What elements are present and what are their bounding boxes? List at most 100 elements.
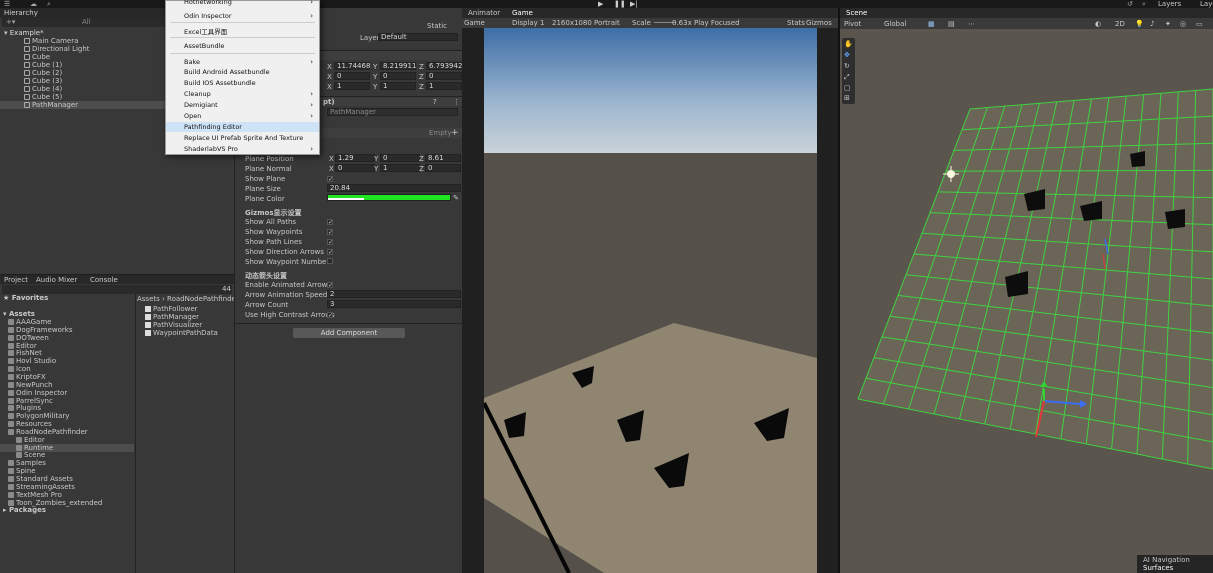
project-folder[interactable]: DOTween — [0, 334, 134, 342]
plane-size-field[interactable]: 20.84 — [327, 184, 461, 192]
step-icon[interactable]: ▶| — [630, 0, 638, 8]
project-folder[interactable]: Odin Inspector — [0, 389, 134, 397]
pivot-dropdown[interactable]: Pivot — [844, 20, 861, 28]
shading-mode-dropdown[interactable]: ◐ — [1095, 20, 1101, 28]
project-folder[interactable]: KriptoFX — [0, 373, 134, 381]
tab-audio-mixer[interactable]: Audio Mixer — [36, 276, 77, 284]
project-folder[interactable]: FishNet — [0, 349, 134, 357]
menu-item[interactable]: Hotnetworking › — [166, 0, 319, 7]
high-contrast-checkbox[interactable]: ✓ — [327, 312, 333, 319]
history-icon[interactable]: ↺ — [1127, 0, 1133, 8]
project-folder[interactable]: DogFrameworks — [0, 326, 134, 334]
arrow-speed-field[interactable]: 2 — [327, 290, 461, 298]
more-icon[interactable]: ⋮ — [453, 98, 460, 106]
pause-icon[interactable]: ❚❚ — [614, 0, 626, 8]
pos-z-field[interactable]: 6.793942 — [426, 62, 462, 70]
scene-render[interactable] — [840, 29, 1213, 573]
project-folder[interactable]: Standard Assets — [0, 475, 134, 483]
account-icon[interactable]: ☰ — [4, 0, 10, 8]
grid-snap-icon[interactable]: ▦ — [928, 20, 935, 28]
snap-increment-icon[interactable]: ▤ — [948, 20, 955, 28]
project-folder[interactable]: Resources — [0, 420, 134, 428]
script-file[interactable]: WaypointPathData — [145, 329, 218, 337]
menu-item[interactable]: Odin Inspector › — [166, 11, 319, 21]
tab-scene[interactable]: Scene — [846, 9, 867, 17]
menu-item[interactable]: Cleanup › — [166, 89, 319, 99]
project-folder[interactable]: PolygonMilitary — [0, 412, 134, 420]
scale-x-field[interactable]: 1 — [334, 82, 370, 90]
project-folder[interactable]: Icon — [0, 365, 134, 373]
project-folder[interactable]: ParrelSync — [0, 397, 134, 405]
plane-color-swatch[interactable] — [327, 194, 451, 201]
project-folder[interactable]: Plugins — [0, 404, 134, 412]
eyedropper-icon[interactable]: ✎ — [453, 194, 459, 202]
rot-y-field[interactable]: 0 — [380, 72, 416, 80]
project-folder[interactable]: Runtime — [0, 443, 134, 452]
breadcrumb-assets[interactable]: Assets — [137, 295, 160, 303]
script-file[interactable]: PathManager — [145, 313, 199, 321]
plane-pos-y[interactable]: 0 — [380, 154, 420, 162]
layout-dropdown[interactable]: Layo — [1200, 0, 1213, 8]
project-folder[interactable]: Editor — [0, 436, 134, 444]
scale-z-field[interactable]: 1 — [426, 82, 462, 90]
play-focused-dropdown[interactable]: Play Focused — [694, 19, 740, 27]
project-folder[interactable]: Hovl Studio — [0, 357, 134, 365]
gizmo-option-checkbox[interactable]: ✓ — [327, 229, 333, 236]
lighting-toggle-icon[interactable]: 💡 — [1135, 20, 1144, 28]
script-file[interactable]: PathVisualizer — [145, 321, 202, 329]
project-folder[interactable]: Editor — [0, 342, 134, 350]
menu-item[interactable]: Bake › — [166, 57, 319, 67]
pos-x-field[interactable]: 11.74468 — [334, 62, 370, 70]
plane-pos-x[interactable]: 1.29 — [335, 154, 375, 162]
tab-console[interactable]: Console — [90, 276, 118, 284]
project-folder[interactable]: Spine — [0, 467, 134, 475]
game-mode-dropdown[interactable]: Game — [464, 19, 485, 27]
gizmo-option-checkbox[interactable] — [327, 258, 333, 264]
gizmos-dropdown[interactable]: Gizmos — [806, 19, 832, 27]
project-folder[interactable]: Samples — [0, 459, 134, 467]
stats-button[interactable]: Stats — [787, 19, 805, 27]
gizmo-option-checkbox[interactable]: ✓ — [327, 239, 333, 246]
menu-item[interactable]: Open › — [166, 111, 319, 121]
enable-arrows-checkbox[interactable]: ✓ — [327, 282, 333, 289]
menu-item[interactable]: Build IOS Assetbundle — [166, 78, 319, 88]
menu-item[interactable]: Pathfinding Editor — [166, 122, 319, 132]
menu-item[interactable]: Excel工具界面 — [166, 27, 319, 37]
rot-x-field[interactable]: 0 — [334, 72, 370, 80]
global-dropdown[interactable]: Global — [884, 20, 906, 28]
script-field[interactable]: PathManager — [327, 108, 458, 116]
breadcrumb-roadnode[interactable]: RoadNodePathfinder — [167, 295, 234, 303]
gizmo-option-checkbox[interactable]: ✓ — [327, 219, 333, 226]
project-folder[interactable]: TextMesh Pro — [0, 491, 134, 499]
show-plane-checkbox[interactable]: ✓ — [327, 176, 333, 183]
hidden-objects-icon[interactable]: ◎ — [1180, 20, 1186, 28]
pos-y-field[interactable]: 8.219911 — [380, 62, 416, 70]
layer-dropdown[interactable]: Default — [378, 33, 458, 41]
scene-camera-icon[interactable]: ▭ — [1196, 20, 1203, 28]
snap-icon[interactable]: ⋯ — [968, 20, 975, 28]
script-file[interactable]: PathFollower — [145, 305, 198, 313]
packages-folder[interactable]: ▸ Packages — [0, 506, 234, 514]
add-component-button[interactable]: Add Component — [293, 328, 405, 338]
resolution-dropdown[interactable]: 2160x1080 Portrait — [552, 19, 620, 27]
plane-normal-z[interactable]: 0 — [425, 164, 461, 172]
game-render[interactable] — [484, 28, 817, 573]
gizmo-option-checkbox[interactable]: ✓ — [327, 249, 333, 256]
plane-normal-x[interactable]: 0 — [335, 164, 375, 172]
project-search-input[interactable]: 44 — [2, 285, 232, 294]
project-folder[interactable]: Scene — [0, 451, 134, 459]
menu-item[interactable]: ShaderlabVS Pro › — [166, 144, 319, 154]
menu-item[interactable]: Build Android Assetbundle — [166, 67, 319, 77]
plus-icon[interactable]: + — [451, 128, 459, 138]
plus-icon[interactable]: +▾ — [6, 18, 15, 26]
project-folder[interactable]: AAAGame — [0, 318, 134, 326]
tab-game[interactable]: Game — [512, 9, 533, 17]
menu-item[interactable]: AssetBundle — [166, 41, 319, 51]
audio-toggle-icon[interactable]: ♪ — [1150, 20, 1154, 28]
arrow-count-field[interactable]: 3 — [327, 300, 461, 308]
toggle-2d-button[interactable]: 2D — [1115, 20, 1125, 28]
tab-animator[interactable]: Animator — [468, 9, 500, 17]
display-dropdown[interactable]: Display 1 — [512, 19, 544, 27]
menu-item[interactable]: Demigiant › — [166, 100, 319, 110]
effects-toggle-icon[interactable]: ✦ — [1165, 20, 1171, 28]
